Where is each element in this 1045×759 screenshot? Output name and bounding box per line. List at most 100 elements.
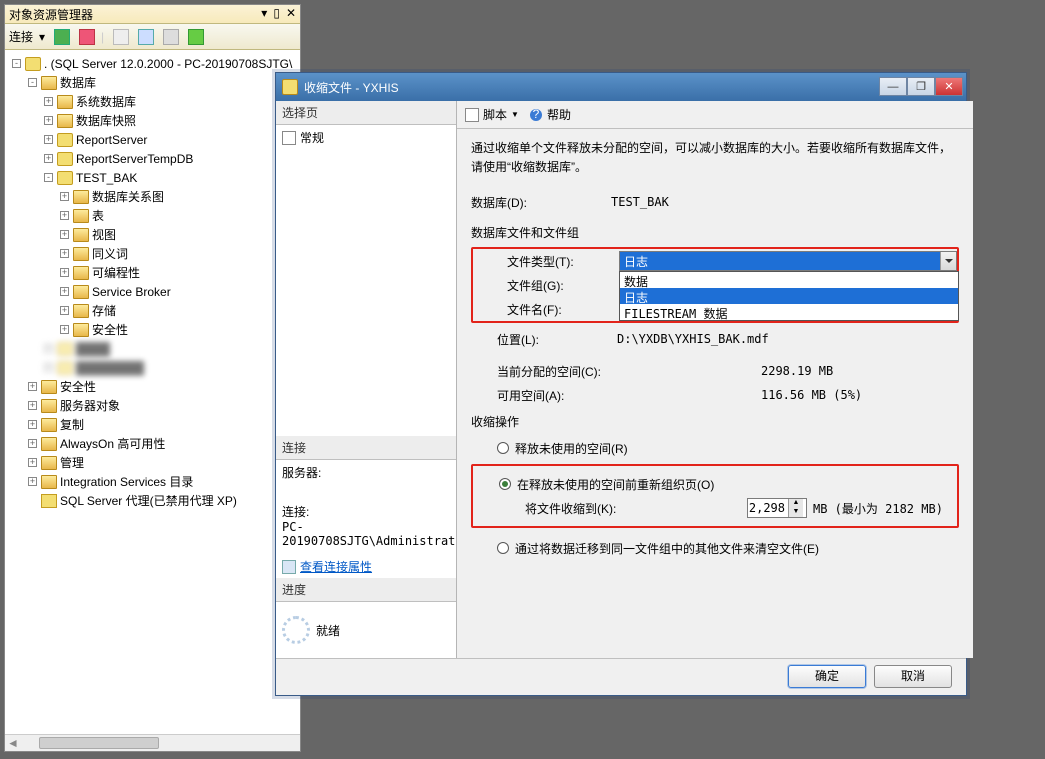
connect-icon[interactable] (54, 29, 70, 45)
programmability-node[interactable]: 可编程性 (92, 264, 140, 281)
snapshot-node[interactable]: 数据库快照 (76, 112, 136, 129)
expand-toggle[interactable]: + (28, 420, 37, 429)
security-node[interactable]: 安全性 (60, 378, 96, 395)
serverobj-node[interactable]: 服务器对象 (60, 397, 120, 414)
progress-header: 进度 (276, 578, 456, 602)
close-button[interactable]: ✕ (935, 77, 963, 96)
opt-release-unused[interactable]: 释放未使用的空间(R) (515, 440, 628, 457)
expand-toggle[interactable]: + (28, 477, 37, 486)
expand-toggle[interactable]: + (28, 401, 37, 410)
databases-node[interactable]: 数据库 (60, 74, 96, 91)
views-node[interactable]: 视图 (92, 226, 116, 243)
shrink-unit: MB (最小为 2182 MB) (813, 500, 943, 517)
management-node[interactable]: 管理 (60, 454, 84, 471)
expand-toggle[interactable]: + (60, 230, 69, 239)
testbak-node[interactable]: TEST_BAK (76, 171, 137, 185)
refresh-icon[interactable] (188, 29, 204, 45)
expand-toggle[interactable]: + (60, 287, 69, 296)
expand-toggle[interactable]: + (60, 192, 69, 201)
svg-text:?: ? (533, 108, 540, 121)
folder-icon (41, 418, 57, 432)
agent-node[interactable]: SQL Server 代理(已禁用代理 XP) (60, 492, 237, 509)
list-icon[interactable] (163, 29, 179, 45)
synonyms-node[interactable]: 同义词 (92, 245, 128, 262)
filetype-combo[interactable]: 日志 数据 日志 FILESTREAM 数据 (619, 251, 957, 271)
dropdown-icon[interactable]: ▾ (261, 6, 267, 22)
stop-icon[interactable] (113, 29, 129, 45)
filetype-dropdown-list[interactable]: 数据 日志 FILESTREAM 数据 (619, 271, 959, 321)
combo-opt-data[interactable]: 数据 (620, 272, 958, 288)
folder-icon (73, 285, 89, 299)
tables-node[interactable]: 表 (92, 207, 104, 224)
replication-node[interactable]: 复制 (60, 416, 84, 433)
folder-icon (73, 209, 89, 223)
expand-toggle[interactable]: - (44, 173, 53, 182)
expand-toggle[interactable]: + (44, 154, 53, 163)
expand-toggle[interactable]: + (28, 439, 37, 448)
security-db-node[interactable]: 安全性 (92, 321, 128, 338)
expand-toggle[interactable]: + (60, 211, 69, 220)
radio-release-unused[interactable] (497, 442, 509, 454)
ok-button[interactable]: 确定 (788, 665, 866, 688)
folder-icon (73, 304, 89, 318)
conn-value: PC-20190708SJTG\Administrat (282, 520, 450, 548)
radio-reorganize[interactable] (499, 478, 511, 490)
expand-toggle[interactable]: + (60, 268, 69, 277)
combo-opt-filestream[interactable]: FILESTREAM 数据 (620, 304, 958, 320)
scrollbar-thumb[interactable] (39, 737, 159, 749)
alwayson-node[interactable]: AlwaysOn 高可用性 (60, 435, 165, 452)
close-panel-icon[interactable]: ✕ (286, 6, 296, 22)
storage-node[interactable]: 存储 (92, 302, 116, 319)
dialog-right-pane: 脚本 ▼ ? 帮助 通过收缩单个文件释放未分配的空间，可以减小数据库的大小。若要… (457, 101, 973, 658)
spin-down-icon[interactable]: ▼ (788, 508, 803, 517)
cancel-button[interactable]: 取消 (874, 665, 952, 688)
expand-toggle[interactable]: - (28, 78, 37, 87)
pin-icon[interactable]: ▯ (273, 6, 280, 22)
allocated-label: 当前分配的空间(C): (471, 363, 761, 380)
opt-reorganize[interactable]: 在释放未使用的空间前重新组织页(O) (517, 476, 714, 493)
expand-toggle[interactable]: + (60, 249, 69, 258)
script-button[interactable]: 脚本 (483, 106, 507, 123)
reportserver-node[interactable]: ReportServer (76, 133, 147, 147)
folder-icon (41, 456, 57, 470)
expand-toggle[interactable]: + (28, 382, 37, 391)
diagram-node[interactable]: 数据库关系图 (92, 188, 164, 205)
chevron-down-icon[interactable] (940, 252, 956, 270)
expand-toggle[interactable]: + (60, 325, 69, 334)
integration-node[interactable]: Integration Services 目录 (60, 473, 193, 490)
expand-toggle[interactable]: + (28, 458, 37, 467)
shrink-size-input[interactable]: ▲▼ (747, 498, 807, 518)
expand-toggle[interactable]: + (44, 116, 53, 125)
server-label: 服务器: (282, 464, 450, 481)
radio-empty-file[interactable] (497, 542, 509, 554)
expand-toggle[interactable]: + (44, 135, 53, 144)
sysdb-node[interactable]: 系统数据库 (76, 93, 136, 110)
server-node[interactable]: . (SQL Server 12.0.2000 - PC-20190708SJT… (44, 57, 292, 71)
servicebroker-node[interactable]: Service Broker (92, 285, 171, 299)
folder-icon (57, 95, 73, 109)
reportservertemp-node[interactable]: ReportServerTempDB (76, 152, 193, 166)
database-icon (57, 171, 73, 185)
view-connection-props-link[interactable]: 查看连接属性 (300, 558, 372, 575)
horizontal-scrollbar[interactable]: ◄ (5, 734, 300, 751)
folder-icon (73, 190, 89, 204)
expand-toggle[interactable]: - (12, 59, 21, 68)
page-general[interactable]: 常规 (282, 129, 450, 146)
object-tree[interactable]: -. (SQL Server 12.0.2000 - PC-20190708SJ… (5, 50, 300, 730)
expand-toggle[interactable]: + (60, 306, 69, 315)
expand-toggle[interactable]: + (44, 97, 53, 106)
available-value: 116.56 MB (5%) (761, 388, 862, 402)
connect-label[interactable]: 连接 (9, 28, 33, 45)
filter-icon[interactable] (138, 29, 154, 45)
spin-up-icon[interactable]: ▲ (788, 499, 803, 508)
maximize-button[interactable]: ❐ (907, 77, 935, 96)
highlight-filetype-box: 文件类型(T): 日志 数据 日志 FILESTREAM 数据 文 (471, 247, 959, 323)
minimize-button[interactable]: — (879, 77, 907, 96)
help-button[interactable]: 帮助 (547, 106, 571, 123)
combo-opt-log[interactable]: 日志 (620, 288, 958, 304)
dialog-titlebar[interactable]: 收缩文件 - YXHIS — ❐ ✕ (276, 73, 966, 101)
help-icon: ? (529, 108, 543, 122)
filegroup-title: 数据库文件和文件组 (471, 224, 959, 241)
disconnect-icon[interactable] (79, 29, 95, 45)
opt-empty-file[interactable]: 通过将数据迁移到同一文件组中的其他文件来清空文件(E) (515, 540, 819, 557)
